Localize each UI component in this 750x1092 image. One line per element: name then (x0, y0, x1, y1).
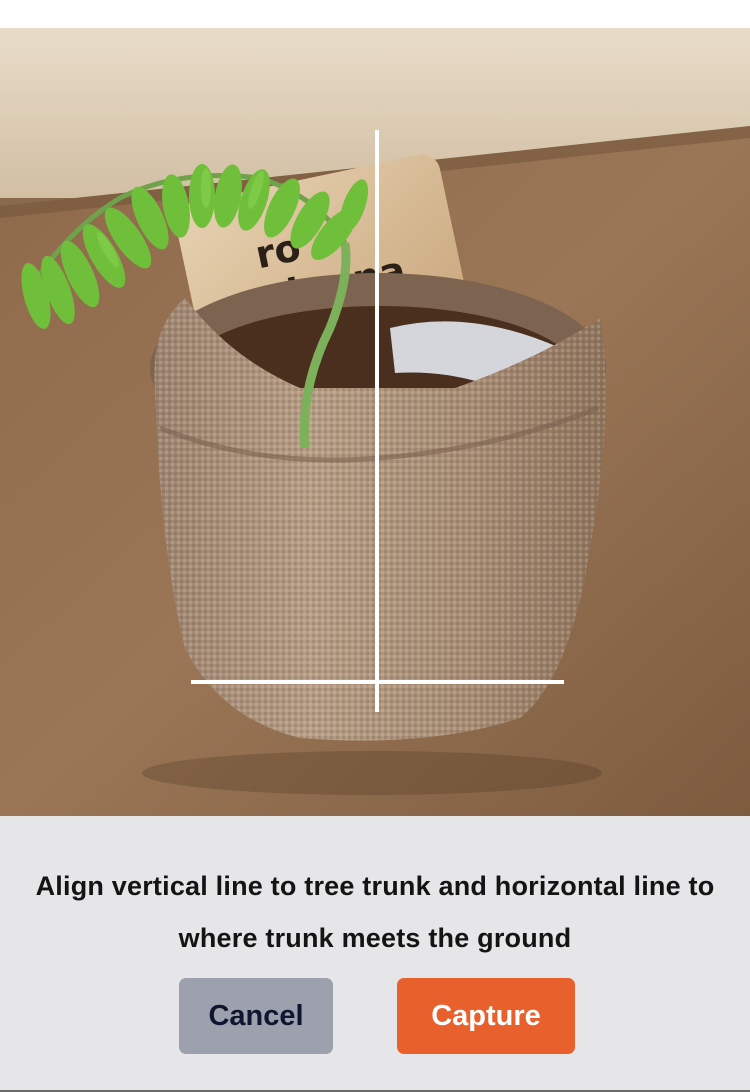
cancel-button[interactable]: Cancel (179, 978, 333, 1054)
vertical-alignment-line[interactable] (375, 130, 379, 712)
camera-preview: ro poin na (0, 28, 750, 816)
alignment-instruction: Align vertical line to tree trunk and ho… (35, 871, 715, 953)
horizontal-alignment-line[interactable] (191, 680, 564, 684)
top-status-bar (0, 0, 750, 28)
capture-button[interactable]: Capture (397, 978, 575, 1054)
instruction-panel: Align vertical line to tree trunk and ho… (0, 816, 750, 1092)
